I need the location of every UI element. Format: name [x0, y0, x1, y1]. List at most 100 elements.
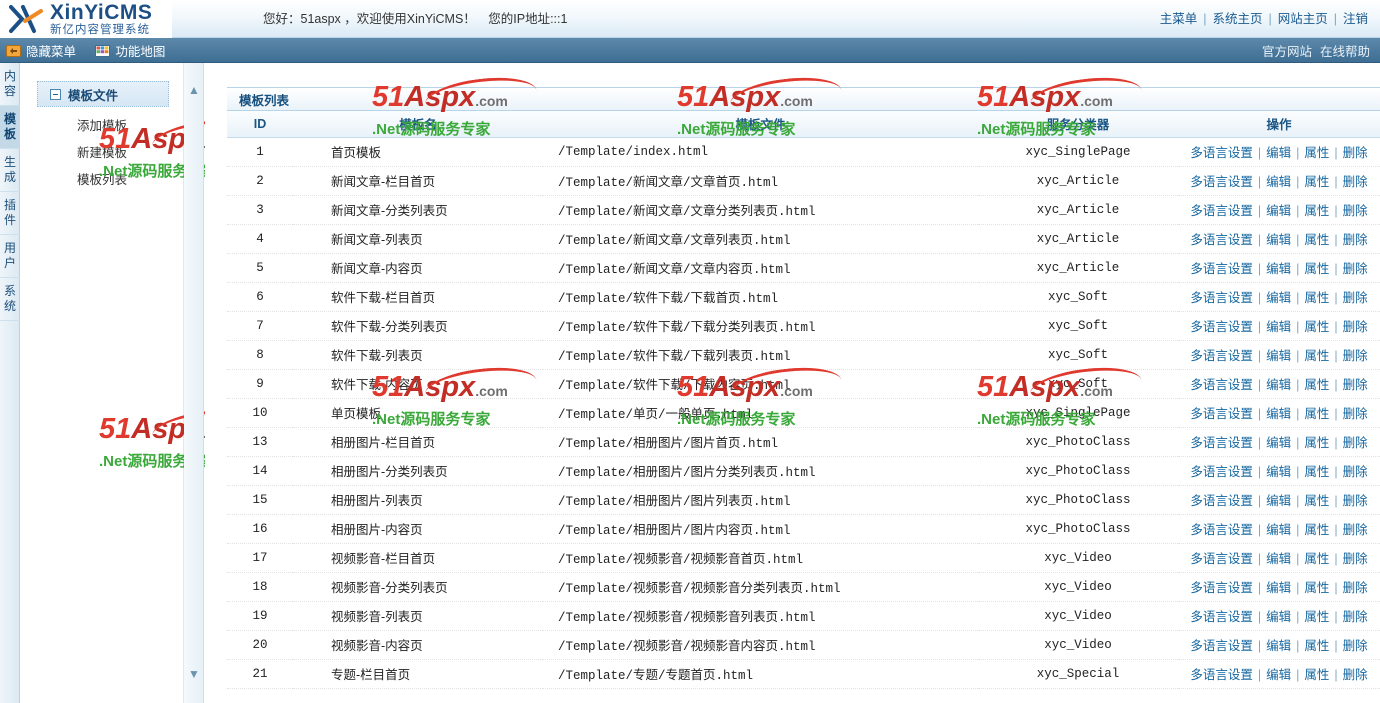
- action-delete-button[interactable]: 删除: [1343, 175, 1368, 189]
- action-multilang-button[interactable]: 多语言设置: [1190, 291, 1253, 305]
- top-link-site-home[interactable]: 网站主页: [1274, 12, 1332, 26]
- action-edit-button[interactable]: 编辑: [1266, 146, 1291, 160]
- action-edit-button[interactable]: 编辑: [1266, 436, 1291, 450]
- action-properties-button[interactable]: 属性: [1304, 552, 1329, 566]
- action-delete-button[interactable]: 删除: [1343, 523, 1368, 537]
- action-edit-button[interactable]: 编辑: [1266, 639, 1291, 653]
- action-edit-button[interactable]: 编辑: [1266, 552, 1291, 566]
- action-edit-button[interactable]: 编辑: [1266, 175, 1291, 189]
- top-link-system-home[interactable]: 系统主页: [1208, 12, 1266, 26]
- action-properties-button[interactable]: 属性: [1304, 610, 1329, 624]
- action-properties-button[interactable]: 属性: [1304, 291, 1329, 305]
- action-delete-button[interactable]: 删除: [1343, 378, 1368, 392]
- action-delete-button[interactable]: 删除: [1343, 581, 1368, 595]
- action-edit-button[interactable]: 编辑: [1266, 233, 1291, 247]
- vtab-template[interactable]: 模板: [0, 106, 20, 149]
- action-delete-button[interactable]: 删除: [1343, 610, 1368, 624]
- top-link-logout[interactable]: 注销: [1339, 12, 1372, 26]
- action-edit-button[interactable]: 编辑: [1266, 407, 1291, 421]
- action-edit-button[interactable]: 编辑: [1266, 378, 1291, 392]
- action-multilang-button[interactable]: 多语言设置: [1190, 523, 1253, 537]
- action-multilang-button[interactable]: 多语言设置: [1190, 668, 1253, 682]
- action-edit-button[interactable]: 编辑: [1266, 494, 1291, 508]
- action-edit-button[interactable]: 编辑: [1266, 320, 1291, 334]
- action-properties-button[interactable]: 属性: [1304, 320, 1329, 334]
- action-edit-button[interactable]: 编辑: [1266, 204, 1291, 218]
- action-edit-button[interactable]: 编辑: [1266, 668, 1291, 682]
- action-multilang-button[interactable]: 多语言设置: [1190, 233, 1253, 247]
- action-multilang-button[interactable]: 多语言设置: [1190, 349, 1253, 363]
- action-multilang-button[interactable]: 多语言设置: [1190, 320, 1253, 334]
- tree-collapse-icon[interactable]: [50, 88, 61, 100]
- action-multilang-button[interactable]: 多语言设置: [1190, 407, 1253, 421]
- tree-scrollbar[interactable]: ▲ ▼: [184, 63, 204, 703]
- action-multilang-button[interactable]: 多语言设置: [1190, 581, 1253, 595]
- panel-splitter[interactable]: [205, 63, 227, 703]
- scroll-down-icon[interactable]: ▼: [184, 663, 204, 685]
- action-delete-button[interactable]: 删除: [1343, 552, 1368, 566]
- action-properties-button[interactable]: 属性: [1304, 175, 1329, 189]
- action-multilang-button[interactable]: 多语言设置: [1190, 378, 1253, 392]
- action-edit-button[interactable]: 编辑: [1266, 262, 1291, 276]
- tree-item-template-list[interactable]: 模板列表: [77, 172, 183, 188]
- tree-item-add-template[interactable]: 添加模板: [77, 118, 183, 134]
- vtab-system[interactable]: 系统: [0, 278, 20, 321]
- action-properties-button[interactable]: 属性: [1304, 668, 1329, 682]
- action-properties-button[interactable]: 属性: [1304, 465, 1329, 479]
- tree-node-template-files[interactable]: 模板文件: [37, 81, 169, 107]
- action-multilang-button[interactable]: 多语言设置: [1190, 610, 1253, 624]
- action-delete-button[interactable]: 删除: [1343, 494, 1368, 508]
- action-delete-button[interactable]: 删除: [1343, 204, 1368, 218]
- vtab-generate[interactable]: 生成: [0, 149, 20, 192]
- action-properties-button[interactable]: 属性: [1304, 494, 1329, 508]
- action-multilang-button[interactable]: 多语言设置: [1190, 552, 1253, 566]
- action-properties-button[interactable]: 属性: [1304, 204, 1329, 218]
- action-properties-button[interactable]: 属性: [1304, 233, 1329, 247]
- action-properties-button[interactable]: 属性: [1304, 407, 1329, 421]
- menu-item-hide-menu[interactable]: 隐藏菜单: [0, 38, 86, 63]
- action-properties-button[interactable]: 属性: [1304, 378, 1329, 392]
- action-delete-button[interactable]: 删除: [1343, 465, 1368, 479]
- action-properties-button[interactable]: 属性: [1304, 639, 1329, 653]
- action-properties-button[interactable]: 属性: [1304, 436, 1329, 450]
- action-multilang-button[interactable]: 多语言设置: [1190, 494, 1253, 508]
- menu-item-function-map[interactable]: 功能地图: [89, 38, 175, 63]
- action-delete-button[interactable]: 删除: [1343, 146, 1368, 160]
- action-multilang-button[interactable]: 多语言设置: [1190, 436, 1253, 450]
- action-properties-button[interactable]: 属性: [1304, 581, 1329, 595]
- action-delete-button[interactable]: 删除: [1343, 233, 1368, 247]
- vtab-content[interactable]: 内容: [0, 63, 20, 106]
- scroll-up-icon[interactable]: ▲: [184, 79, 204, 101]
- action-edit-button[interactable]: 编辑: [1266, 465, 1291, 479]
- action-multilang-button[interactable]: 多语言设置: [1190, 175, 1253, 189]
- vtab-user[interactable]: 用户: [0, 235, 20, 278]
- action-delete-button[interactable]: 删除: [1343, 639, 1368, 653]
- action-properties-button[interactable]: 属性: [1304, 262, 1329, 276]
- action-edit-button[interactable]: 编辑: [1266, 610, 1291, 624]
- action-properties-button[interactable]: 属性: [1304, 349, 1329, 363]
- action-delete-button[interactable]: 删除: [1343, 436, 1368, 450]
- action-multilang-button[interactable]: 多语言设置: [1190, 639, 1253, 653]
- action-delete-button[interactable]: 删除: [1343, 668, 1368, 682]
- online-help-link[interactable]: 在线帮助: [1320, 41, 1370, 60]
- action-delete-button[interactable]: 删除: [1343, 349, 1368, 363]
- action-edit-button[interactable]: 编辑: [1266, 581, 1291, 595]
- action-delete-button[interactable]: 删除: [1343, 262, 1368, 276]
- action-properties-button[interactable]: 属性: [1304, 523, 1329, 537]
- action-multilang-button[interactable]: 多语言设置: [1190, 262, 1253, 276]
- action-delete-button[interactable]: 删除: [1343, 291, 1368, 305]
- top-link-main-menu[interactable]: 主菜单: [1156, 12, 1202, 26]
- action-delete-button[interactable]: 删除: [1343, 320, 1368, 334]
- action-multilang-button[interactable]: 多语言设置: [1190, 146, 1253, 160]
- action-properties-button[interactable]: 属性: [1304, 146, 1329, 160]
- action-edit-button[interactable]: 编辑: [1266, 291, 1291, 305]
- table-row: 13 相册图片-栏目首页/Template/相册图片/图片首页.html xyc_P…: [227, 427, 1380, 457]
- action-delete-button[interactable]: 删除: [1343, 407, 1368, 421]
- official-site-link[interactable]: 官方网站: [1262, 41, 1312, 60]
- action-edit-button[interactable]: 编辑: [1266, 349, 1291, 363]
- action-multilang-button[interactable]: 多语言设置: [1190, 465, 1253, 479]
- tree-item-new-template[interactable]: 新建模板: [77, 145, 183, 161]
- vtab-plugin[interactable]: 插件: [0, 192, 20, 235]
- action-edit-button[interactable]: 编辑: [1266, 523, 1291, 537]
- action-multilang-button[interactable]: 多语言设置: [1190, 204, 1253, 218]
